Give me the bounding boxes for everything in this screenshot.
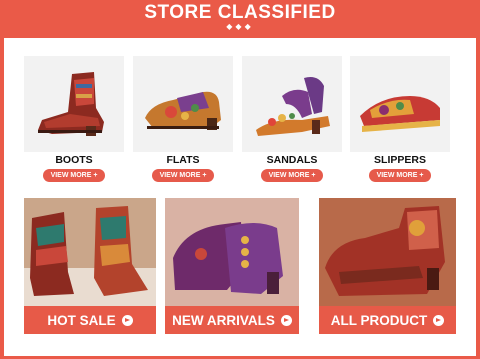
category-name: FLATS	[166, 154, 200, 166]
slippers-image[interactable]	[350, 56, 450, 152]
title-ornament: ◆◆◆	[226, 22, 254, 31]
category-name: BOOTS	[55, 154, 93, 166]
arrow-right-icon	[280, 314, 292, 326]
view-more-button[interactable]: VIEW MORE +	[369, 169, 431, 182]
promo-hot-sale[interactable]: HOT SALE	[24, 198, 156, 334]
new-arrivals-image	[165, 198, 299, 306]
store-panel: BOOTS VIEW MORE + FLATS VIEW MORE + SAND…	[4, 38, 476, 356]
promo-label: HOT SALE	[47, 312, 116, 328]
all-product-image	[319, 198, 456, 306]
new-arrivals-bar[interactable]: NEW ARRIVALS	[165, 306, 299, 334]
flats-image[interactable]	[133, 56, 233, 152]
promo-new-arrivals[interactable]: NEW ARRIVALS	[165, 198, 299, 334]
promo-label: ALL PRODUCT	[330, 312, 428, 328]
view-more-button[interactable]: VIEW MORE +	[152, 169, 214, 182]
page-title: STORE CLASSIFIED	[144, 2, 336, 23]
hot-sale-image	[24, 198, 156, 306]
category-name: SLIPPERS	[374, 154, 426, 166]
category-card-boots[interactable]: BOOTS VIEW MORE +	[24, 56, 124, 182]
promo-label: NEW ARRIVALS	[172, 312, 275, 328]
category-card-sandals[interactable]: SANDALS VIEW MORE +	[242, 56, 342, 182]
arrow-right-icon	[121, 314, 133, 326]
category-name: SANDALS	[266, 154, 318, 166]
boots-image[interactable]	[24, 56, 124, 152]
category-card-slippers[interactable]: SLIPPERS VIEW MORE +	[350, 56, 450, 182]
all-product-bar[interactable]: ALL PRODUCT	[319, 306, 456, 334]
view-more-button[interactable]: VIEW MORE +	[261, 169, 323, 182]
view-more-button[interactable]: VIEW MORE +	[43, 169, 105, 182]
promo-all-product[interactable]: ALL PRODUCT	[319, 198, 456, 334]
hot-sale-bar[interactable]: HOT SALE	[24, 306, 156, 334]
category-card-flats[interactable]: FLATS VIEW MORE +	[133, 56, 233, 182]
store-header: STORE CLASSIFIED ◆◆◆	[0, 0, 480, 38]
sandals-image[interactable]	[242, 56, 342, 152]
arrow-right-icon	[433, 314, 445, 326]
